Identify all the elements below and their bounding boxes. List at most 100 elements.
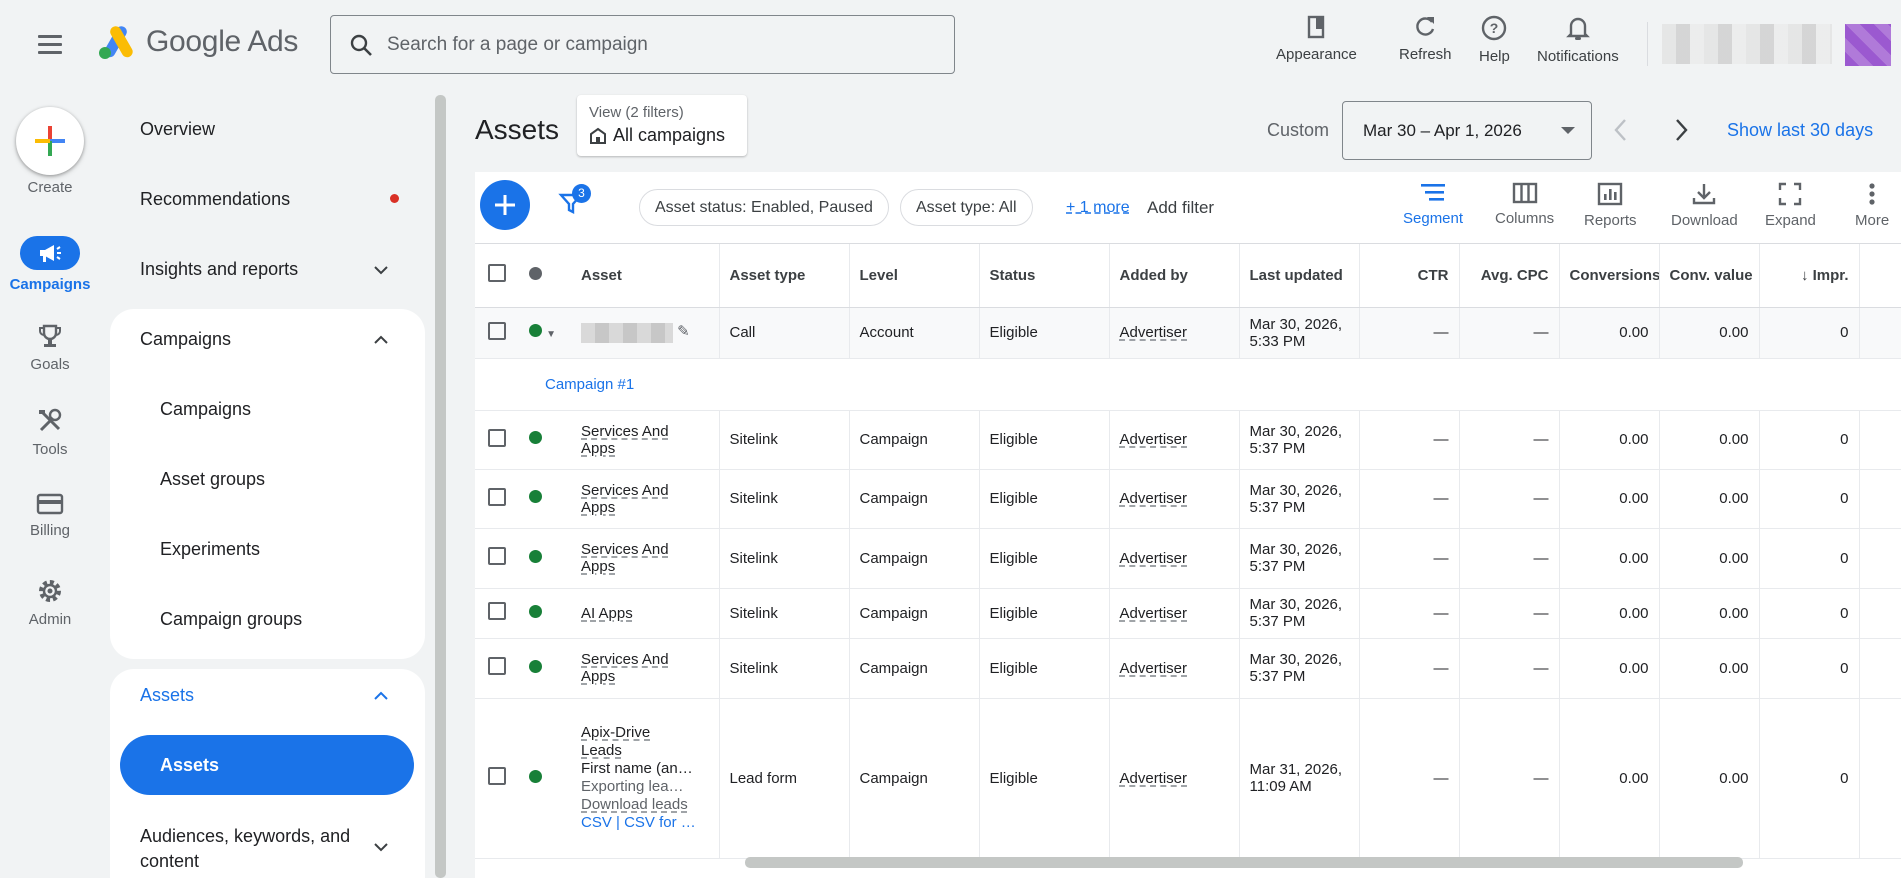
search-input[interactable] bbox=[387, 33, 927, 56]
nav-sub-asset-groups[interactable]: Asset groups bbox=[160, 469, 265, 490]
row-checkbox[interactable] bbox=[488, 487, 506, 506]
status-dropdown-icon[interactable]: ▼ bbox=[546, 329, 556, 340]
asset-name[interactable]: Services And bbox=[581, 651, 709, 668]
campaign-group-link[interactable]: Campaign #1 bbox=[485, 376, 634, 393]
asset-name[interactable]: AI Apps bbox=[581, 605, 709, 622]
added-by-value[interactable]: Advertiser bbox=[1120, 605, 1188, 622]
row-checkbox[interactable] bbox=[488, 321, 506, 340]
added-by-value[interactable]: Advertiser bbox=[1120, 550, 1188, 567]
more-filters-link[interactable]: + 1 more bbox=[1066, 199, 1130, 217]
add-filter-button[interactable]: Add filter bbox=[1147, 198, 1214, 218]
edit-pencil-icon[interactable]: ✎ bbox=[677, 323, 690, 340]
col-ctr[interactable]: CTR bbox=[1359, 244, 1460, 308]
table-row[interactable]: AI Apps Sitelink Campaign Eligible Advertise… bbox=[475, 588, 1901, 639]
asset-name[interactable]: Services And bbox=[581, 482, 709, 499]
rail-item-tools[interactable]: Tools bbox=[0, 407, 100, 458]
nav-campaigns-section[interactable]: Campaigns bbox=[140, 329, 231, 350]
nav-overview[interactable]: Overview bbox=[140, 119, 215, 140]
added-by-value[interactable]: Advertiser bbox=[1120, 490, 1188, 507]
select-all-checkbox[interactable] bbox=[488, 264, 506, 283]
help-button[interactable]: ? Help bbox=[1479, 14, 1510, 65]
asset-name-2[interactable]: Apps bbox=[581, 668, 709, 685]
filter-chip-asset-status[interactable]: Asset status: Enabled, Paused bbox=[639, 189, 889, 226]
columns-button[interactable]: Columns bbox=[1495, 182, 1554, 227]
table-row[interactable]: Services And Apps Sitelink Campaign Eligible… bbox=[475, 410, 1901, 470]
nav-sub-campaign-groups[interactable]: Campaign groups bbox=[160, 609, 302, 630]
create-button[interactable] bbox=[16, 107, 84, 175]
col-level[interactable]: Level bbox=[849, 244, 980, 308]
view-filter-button[interactable]: View (2 filters) All campaigns bbox=[577, 95, 747, 156]
added-by-value[interactable]: Advertiser bbox=[1120, 660, 1188, 677]
csv-links[interactable]: CSV | CSV for … bbox=[581, 814, 709, 832]
show-last-30-days-link[interactable]: Show last 30 days bbox=[1727, 120, 1873, 141]
col-added-by[interactable]: Added by bbox=[1109, 244, 1240, 308]
col-asset[interactable]: Asset bbox=[571, 244, 720, 308]
row-checkbox[interactable] bbox=[488, 547, 506, 565]
notifications-button[interactable]: Notifications bbox=[1537, 14, 1619, 65]
account-info-blurred[interactable] bbox=[1662, 24, 1832, 64]
nav-audiences-keywords[interactable]: Audiences, keywords, and content bbox=[140, 824, 370, 874]
asset-name-2[interactable]: Apps bbox=[581, 558, 709, 575]
nav-sub-experiments[interactable]: Experiments bbox=[160, 539, 260, 560]
chevron-down-icon[interactable] bbox=[373, 839, 389, 855]
appearance-button[interactable]: Appearance bbox=[1276, 14, 1357, 63]
nav-recommendations[interactable]: Recommendations bbox=[140, 189, 290, 210]
expand-button[interactable]: Expand bbox=[1765, 182, 1816, 229]
table-row[interactable]: Services And Apps Sitelink Campaign Eligible… bbox=[475, 469, 1901, 529]
more-options-button[interactable]: More bbox=[1855, 182, 1889, 229]
asset-name[interactable]: Services And bbox=[581, 541, 709, 558]
added-by-value[interactable]: Advertiser bbox=[1120, 770, 1188, 787]
table-row[interactable]: Services And Apps Sitelink Campaign Eligible… bbox=[475, 528, 1901, 589]
row-checkbox[interactable] bbox=[488, 428, 506, 447]
rail-item-admin[interactable]: Admin bbox=[0, 577, 100, 628]
nav-assets-section[interactable]: Assets bbox=[140, 685, 194, 706]
nav-assets-active[interactable]: Assets bbox=[120, 735, 414, 795]
col-status[interactable]: Status bbox=[979, 244, 1110, 308]
chevron-up-icon[interactable] bbox=[373, 688, 389, 704]
refresh-button[interactable]: Refresh bbox=[1399, 14, 1452, 63]
chevron-right-icon[interactable] bbox=[1672, 117, 1690, 143]
filter-chip-asset-type[interactable]: Asset type: All bbox=[900, 189, 1033, 226]
hamburger-menu-icon[interactable] bbox=[34, 30, 66, 60]
col-last-updated[interactable]: Last updated bbox=[1239, 244, 1360, 308]
added-by-value[interactable]: Advertiser bbox=[1120, 324, 1188, 341]
nav-sub-campaigns[interactable]: Campaigns bbox=[160, 399, 251, 420]
col-avg-cpc[interactable]: Avg. CPC bbox=[1459, 244, 1560, 308]
asset-name[interactable]: Services And bbox=[581, 423, 709, 440]
col-conversions[interactable]: Conversions bbox=[1559, 244, 1660, 308]
row-checkbox[interactable] bbox=[488, 767, 506, 785]
row-checkbox[interactable] bbox=[488, 602, 506, 620]
added-by-value[interactable]: Advertiser bbox=[1120, 431, 1188, 448]
table-row[interactable]: ▼ ✎ Call Account Eligible Advertiser Mar… bbox=[475, 307, 1901, 359]
segment-button[interactable]: Segment bbox=[1403, 182, 1463, 227]
chevron-up-icon[interactable] bbox=[373, 332, 389, 348]
nav-insights-reports[interactable]: Insights and reports bbox=[140, 259, 298, 280]
avatar[interactable] bbox=[1845, 24, 1891, 66]
lead-form-title-2[interactable]: Leads bbox=[581, 742, 709, 760]
google-ads-logo[interactable]: Google Ads bbox=[96, 24, 298, 60]
col-asset-type[interactable]: Asset type bbox=[719, 244, 850, 308]
row-checkbox[interactable] bbox=[488, 657, 506, 675]
search-box[interactable] bbox=[330, 15, 955, 74]
add-asset-button[interactable] bbox=[480, 180, 530, 230]
nav-scrollbar[interactable] bbox=[435, 95, 446, 878]
chevron-down-icon[interactable] bbox=[373, 262, 389, 278]
rail-item-billing[interactable]: Billing bbox=[0, 492, 100, 539]
download-leads-link[interactable]: Download leads bbox=[581, 796, 709, 814]
last-updated-cell: Mar 30, 2026, 5:37 PM bbox=[1239, 410, 1360, 470]
download-button[interactable]: Download bbox=[1671, 182, 1738, 229]
updated-date: Mar 30, 2026, bbox=[1249, 315, 1343, 333]
col-conv-value[interactable]: Conv. value bbox=[1659, 244, 1760, 308]
reports-button[interactable]: Reports bbox=[1584, 182, 1637, 229]
table-row[interactable]: Apix-Drive Leads First name (an… Exporti… bbox=[475, 698, 1901, 859]
asset-name-2[interactable]: Apps bbox=[581, 499, 709, 516]
date-range-picker[interactable]: Mar 30 – Apr 1, 2026 bbox=[1342, 101, 1592, 160]
col-impr[interactable]: ↓ Impr. bbox=[1759, 244, 1860, 308]
rail-item-campaigns[interactable]: Campaigns bbox=[0, 236, 100, 293]
asset-name-2[interactable]: Apps bbox=[581, 440, 709, 457]
table-horizontal-scrollbar[interactable] bbox=[745, 857, 1743, 868]
rail-item-goals[interactable]: Goals bbox=[0, 322, 100, 373]
lead-form-title[interactable]: Apix-Drive bbox=[581, 724, 709, 742]
chevron-left-icon[interactable] bbox=[1612, 117, 1630, 143]
table-row[interactable]: Services And Apps Sitelink Campaign Eligible… bbox=[475, 638, 1901, 699]
